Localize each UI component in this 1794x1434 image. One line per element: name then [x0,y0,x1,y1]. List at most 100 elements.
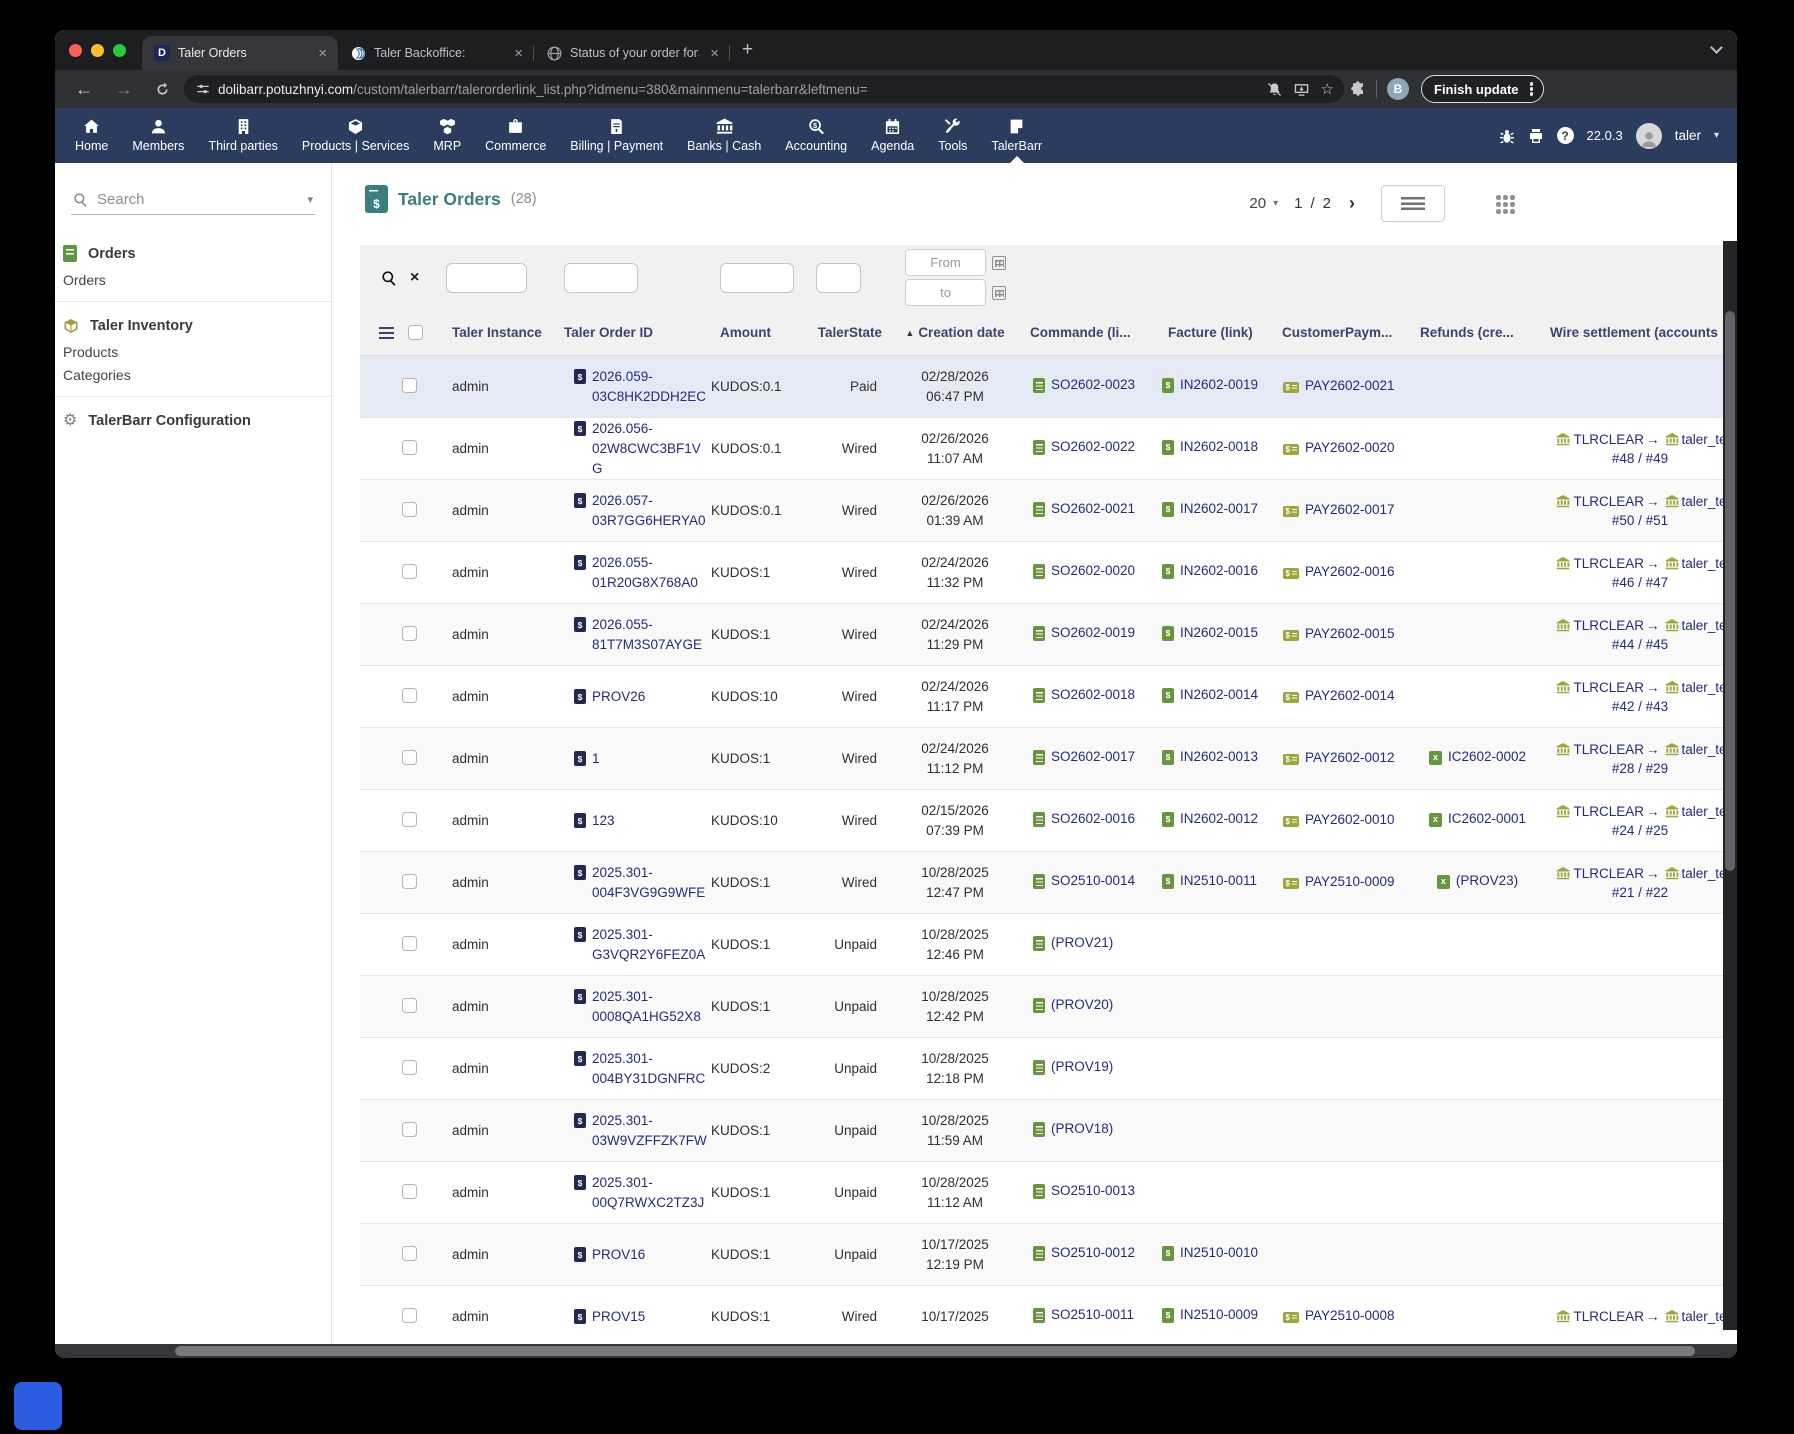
tab-search-chevron-icon[interactable] [1711,42,1721,52]
top-menu-billing-payment[interactable]: Billing | Payment [558,108,675,163]
commande-link[interactable]: SO2602-0018 [1033,687,1135,703]
top-menu-tools[interactable]: Tools [926,108,979,163]
taler-order-id-link[interactable]: 2025.301-004F3VG9G9WFE [574,863,705,903]
grid-view-icon[interactable] [1495,194,1515,214]
top-menu-accounting[interactable]: Accounting [773,108,859,163]
wire-settlement-link[interactable]: TLRCLEAR→taler_te#46 / #47 [1553,554,1726,592]
row-checkbox[interactable] [402,1060,417,1075]
wire-settlement-link[interactable]: TLRCLEAR→taler_te#50 / #51 [1553,492,1726,530]
customer-payment-link[interactable]: PAY2510-0009 [1283,874,1395,889]
facture-link[interactable]: IN2602-0017 [1162,501,1258,517]
taler-order-id-link[interactable]: 2026.059-03C8HK2DDH2EC [574,367,706,407]
row-checkbox[interactable] [402,812,417,827]
back-button[interactable]: ← [67,79,101,100]
sidebar-link-products[interactable]: Products [63,340,315,363]
horizontal-scrollbar-thumb[interactable] [175,1346,1695,1356]
commande-link[interactable]: SO2510-0013 [1033,1183,1135,1199]
commande-link[interactable]: SO2602-0023 [1033,377,1135,393]
tab-close-icon[interactable]: × [315,46,330,61]
wire-settlement-link[interactable]: TLRCLEAR→taler_te#42 / #43 [1553,678,1726,716]
filter-date-to-input[interactable] [905,279,986,306]
wire-settlement-link[interactable]: TLRCLEAR→taler_te#28 / #29 [1553,740,1726,778]
print-icon[interactable] [1528,128,1544,144]
commande-link[interactable]: SO2602-0020 [1033,563,1135,579]
finish-update-button[interactable]: Finish update [1421,75,1544,103]
commande-link[interactable]: SO2602-0017 [1033,749,1135,765]
row-checkbox[interactable] [402,750,417,765]
vertical-scrollbar[interactable] [1723,241,1737,1330]
browser-tab-3[interactable]: Status of your order forSync × [534,36,730,70]
top-menu-products-services[interactable]: Products | Services [290,108,421,163]
row-checkbox[interactable] [402,936,417,951]
top-menu-talerbarr[interactable]: TalerBarr [979,108,1054,163]
sidebar-link-categories[interactable]: Categories [63,363,315,386]
taler-order-id-link[interactable]: 2025.301-0008QA1HG52X8 [574,987,705,1027]
tab-close-icon[interactable]: × [511,46,526,61]
commande-link[interactable]: SO2602-0016 [1033,811,1135,827]
browser-tab-1[interactable]: D Taler Orders × [142,36,338,70]
facture-link[interactable]: IN2510-0009 [1162,1307,1258,1323]
user-avatar[interactable] [1636,123,1662,149]
facture-link[interactable]: IN2602-0014 [1162,687,1258,703]
commande-link[interactable]: SO2510-0014 [1033,873,1135,889]
facture-link[interactable]: IN2602-0016 [1162,563,1258,579]
select-all-checkbox[interactable] [408,325,423,340]
row-checkbox[interactable] [402,1184,417,1199]
customer-payment-link[interactable]: PAY2602-0010 [1283,812,1395,827]
facture-link[interactable]: IN2602-0013 [1162,749,1258,765]
column-header-4[interactable]: TalerState [810,325,890,340]
customer-payment-link[interactable]: PAY2602-0016 [1283,564,1395,579]
customer-payment-link[interactable]: PAY2602-0017 [1283,502,1395,517]
refund-link[interactable]: IC2602-0001 [1429,811,1526,827]
search-dropdown-chevron-icon[interactable]: ▾ [307,193,313,206]
sidebar-link-orders[interactable]: Orders [63,268,315,291]
search-input[interactable] [97,191,298,208]
facture-link[interactable]: IN2510-0011 [1162,873,1257,889]
row-checkbox[interactable] [402,1308,417,1323]
customer-payment-link[interactable]: PAY2602-0020 [1283,440,1395,455]
commande-link[interactable]: SO2510-0012 [1033,1245,1135,1261]
facture-link[interactable]: IN2602-0015 [1162,625,1258,641]
row-checkbox[interactable] [402,874,417,889]
clear-filter-icon[interactable]: × [410,270,419,286]
row-checkbox[interactable] [402,564,417,579]
taler-order-id-link[interactable]: PROV15 [574,1307,645,1327]
filter-date-from-input[interactable] [905,249,986,276]
extensions-icon[interactable] [1350,81,1366,97]
next-page-button[interactable]: › [1347,193,1357,214]
top-menu-commerce[interactable]: Commerce [473,108,558,163]
top-menu-members[interactable]: Members [120,108,196,163]
bookmark-star-icon[interactable]: ☆ [1321,80,1334,98]
taler-order-id-link[interactable]: 2025.301-G3VQR2Y6FEZ0A [574,925,705,965]
facture-link[interactable]: IN2602-0019 [1162,377,1258,393]
taler-order-id-link[interactable]: 2026.057-03R7GG6HERYA0 [574,491,706,531]
taler-order-id-link[interactable]: 2026.055-01R20G8X768A0 [574,553,705,593]
bug-report-icon[interactable] [1499,128,1515,144]
column-header-6[interactable]: Commande (li... [1020,325,1155,340]
row-checkbox[interactable] [402,626,417,641]
commande-link[interactable]: SO2602-0019 [1033,625,1135,641]
facture-link[interactable]: IN2510-0010 [1162,1245,1258,1261]
taler-order-id-link[interactable]: 2026.055-81T7M3S07AYGE [574,615,705,655]
facture-link[interactable]: IN2602-0012 [1162,811,1258,827]
row-checkbox[interactable] [402,1122,417,1137]
notifications-blocked-icon[interactable] [1267,82,1282,97]
row-checkbox[interactable] [402,378,417,393]
wire-settlement-link[interactable]: TLRCLEAR→taler_te [1553,1307,1726,1326]
reload-button[interactable] [147,82,178,97]
customer-payment-link[interactable]: PAY2602-0012 [1283,750,1395,765]
row-checkbox[interactable] [402,998,417,1013]
customer-payment-link[interactable]: PAY2510-0008 [1283,1308,1395,1323]
wire-settlement-link[interactable]: TLRCLEAR→taler_te#48 / #49 [1553,430,1726,468]
taler-order-id-link[interactable]: 1 [574,749,600,769]
commande-link[interactable]: SO2510-0011 [1033,1307,1134,1323]
column-header-1[interactable]: Taler Instance [440,325,560,340]
page-size-select[interactable]: 20 ▾ [1249,195,1278,212]
column-header-8[interactable]: CustomerPaym... [1275,325,1415,340]
row-checkbox[interactable] [402,688,417,703]
horizontal-scrollbar[interactable] [55,1344,1737,1358]
wire-settlement-link[interactable]: TLRCLEAR→taler_te#24 / #25 [1553,802,1726,840]
window-zoom-button[interactable] [113,44,126,57]
forward-button[interactable]: → [107,79,141,100]
refund-link[interactable]: (PROV23) [1437,873,1518,889]
